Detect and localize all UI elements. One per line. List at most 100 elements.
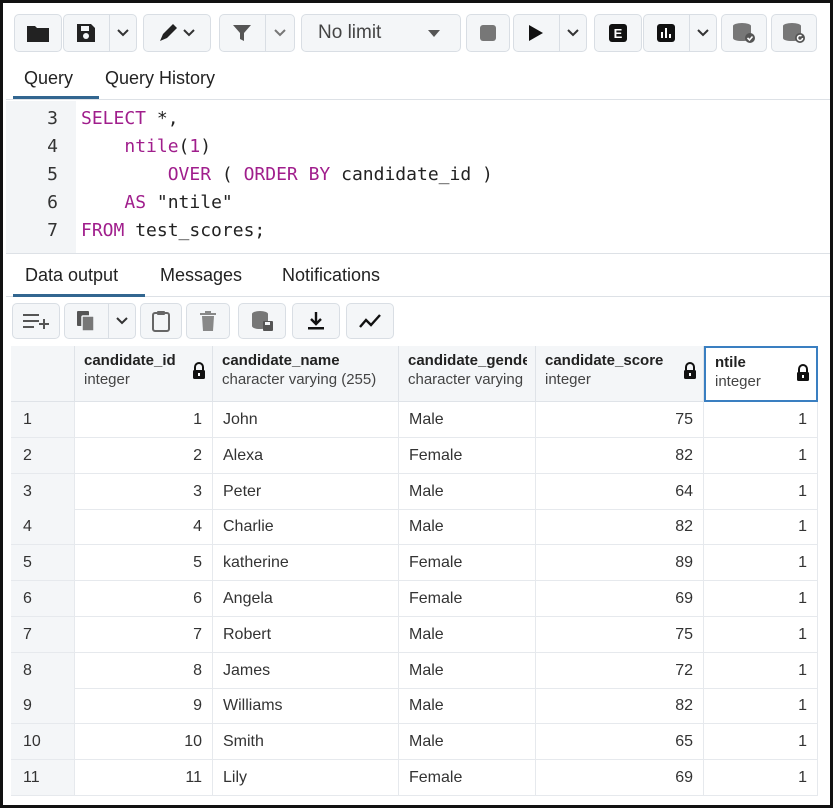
cell-candidate-gender[interactable]: Male [399,473,536,510]
explain-options-caret[interactable] [688,15,716,51]
save-data-button[interactable] [238,303,286,339]
explain-analyze-button-group[interactable] [643,14,717,52]
cell-candidate-id[interactable]: 2 [75,437,213,474]
tab-data-output[interactable]: Data output [25,265,118,286]
cell-candidate-name[interactable]: Williams [213,688,399,725]
cell-candidate-id[interactable]: 3 [75,473,213,510]
copy-button-group[interactable] [64,303,136,339]
cell-ntile[interactable]: 1 [704,581,818,617]
row-limit-select[interactable]: No limit [301,14,461,52]
rollback-button[interactable] [771,14,817,52]
paste-button[interactable] [140,303,182,339]
cell-candidate-score[interactable]: 89 [536,545,704,582]
column-header-ntile[interactable]: ntile integer [704,346,818,402]
row-number-cell[interactable]: 1 [11,402,75,438]
cell-candidate-gender[interactable]: Female [399,545,536,582]
table-row[interactable]: 6 6 Angela Female 69 1 [11,581,819,617]
cell-candidate-score[interactable]: 75 [536,402,704,438]
table-row[interactable]: 7 7 Robert Male 75 1 [11,616,819,653]
cell-candidate-name[interactable]: Robert [213,616,399,653]
execute-options-caret[interactable] [558,15,586,51]
cell-candidate-id[interactable]: 10 [75,724,213,761]
tab-messages[interactable]: Messages [160,265,242,286]
cell-candidate-id[interactable]: 4 [75,509,213,546]
cell-candidate-id[interactable]: 6 [75,581,213,617]
delete-button[interactable] [186,303,230,339]
cell-candidate-id[interactable]: 11 [75,760,213,796]
cell-candidate-score[interactable]: 64 [536,473,704,510]
cell-candidate-gender[interactable]: Male [399,688,536,725]
table-row[interactable]: 3 3 Peter Male 64 1 [11,473,819,510]
cell-candidate-score[interactable]: 75 [536,616,704,653]
sql-editor[interactable]: 3 SELECT *, 4 ntile(1) 5 OVER ( ORDER BY… [6,101,830,253]
filter-options-caret[interactable] [264,15,294,51]
cell-candidate-gender[interactable]: Male [399,724,536,761]
open-file-button[interactable] [14,14,62,52]
cell-candidate-name[interactable]: Lily [213,760,399,796]
row-number-cell[interactable]: 2 [11,437,75,474]
cell-ntile[interactable]: 1 [704,688,818,725]
tab-notifications[interactable]: Notifications [282,265,380,286]
cell-candidate-name[interactable]: Angela [213,581,399,617]
cell-candidate-id[interactable]: 9 [75,688,213,725]
row-number-cell[interactable]: 5 [11,545,75,582]
edit-button-group[interactable] [143,14,211,52]
cell-candidate-id[interactable]: 5 [75,545,213,582]
cell-candidate-gender[interactable]: Male [399,616,536,653]
save-button-group[interactable] [63,14,137,52]
table-row[interactable]: 11 11 Lily Female 69 1 [11,760,819,796]
column-header-candidate-score[interactable]: candidate_score integer [536,346,704,402]
table-row[interactable]: 10 10 Smith Male 65 1 [11,724,819,761]
table-row[interactable]: 2 2 Alexa Female 82 1 [11,437,819,474]
explain-button[interactable]: E [594,14,642,52]
cell-candidate-name[interactable]: John [213,402,399,438]
row-number-cell[interactable]: 3 [11,473,75,510]
execute-button-group[interactable] [513,14,587,52]
cell-candidate-id[interactable]: 1 [75,402,213,438]
table-row[interactable]: 5 5 katherine Female 89 1 [11,545,819,582]
column-header-candidate-id[interactable]: candidate_id integer [75,346,213,402]
cell-ntile[interactable]: 1 [704,545,818,582]
row-number-cell[interactable]: 11 [11,760,75,796]
cell-ntile[interactable]: 1 [704,616,818,653]
cell-ntile[interactable]: 1 [704,509,818,546]
copy-options-caret[interactable] [107,304,135,338]
filter-button-group[interactable] [219,14,295,52]
table-row[interactable]: 9 9 Williams Male 82 1 [11,688,819,725]
row-number-cell[interactable]: 10 [11,724,75,761]
row-number-cell[interactable]: 6 [11,581,75,617]
tab-query-history[interactable]: Query History [105,68,215,89]
save-button[interactable] [64,23,109,43]
cell-candidate-gender[interactable]: Male [399,402,536,438]
tab-query[interactable]: Query [24,68,73,89]
row-number-cell[interactable]: 4 [11,509,75,546]
cell-candidate-gender[interactable]: Male [399,652,536,689]
row-number-cell[interactable]: 9 [11,688,75,725]
filter-button[interactable] [220,23,265,43]
cell-candidate-score[interactable]: 72 [536,652,704,689]
cell-candidate-id[interactable]: 7 [75,616,213,653]
cell-candidate-id[interactable]: 8 [75,652,213,689]
cell-candidate-score[interactable]: 82 [536,509,704,546]
commit-button[interactable] [721,14,767,52]
cell-candidate-name[interactable]: katherine [213,545,399,582]
cell-candidate-score[interactable]: 69 [536,760,704,796]
cell-candidate-name[interactable]: James [213,652,399,689]
cell-candidate-gender[interactable]: Female [399,760,536,796]
cell-candidate-score[interactable]: 69 [536,581,704,617]
explain-analyze-button[interactable] [644,23,689,43]
row-number-cell[interactable]: 7 [11,616,75,653]
cell-candidate-gender[interactable]: Female [399,581,536,617]
cell-candidate-gender[interactable]: Male [399,509,536,546]
cell-candidate-name[interactable]: Charlie [213,509,399,546]
stop-button[interactable] [466,14,510,52]
add-row-button[interactable] [12,303,60,339]
execute-button[interactable] [514,24,559,42]
cell-ntile[interactable]: 1 [704,437,818,474]
cell-candidate-score[interactable]: 82 [536,437,704,474]
table-row[interactable]: 4 4 Charlie Male 82 1 [11,509,819,546]
cell-ntile[interactable]: 1 [704,760,818,796]
row-number-cell[interactable]: 8 [11,652,75,689]
cell-ntile[interactable]: 1 [704,473,818,510]
cell-candidate-name[interactable]: Alexa [213,437,399,474]
